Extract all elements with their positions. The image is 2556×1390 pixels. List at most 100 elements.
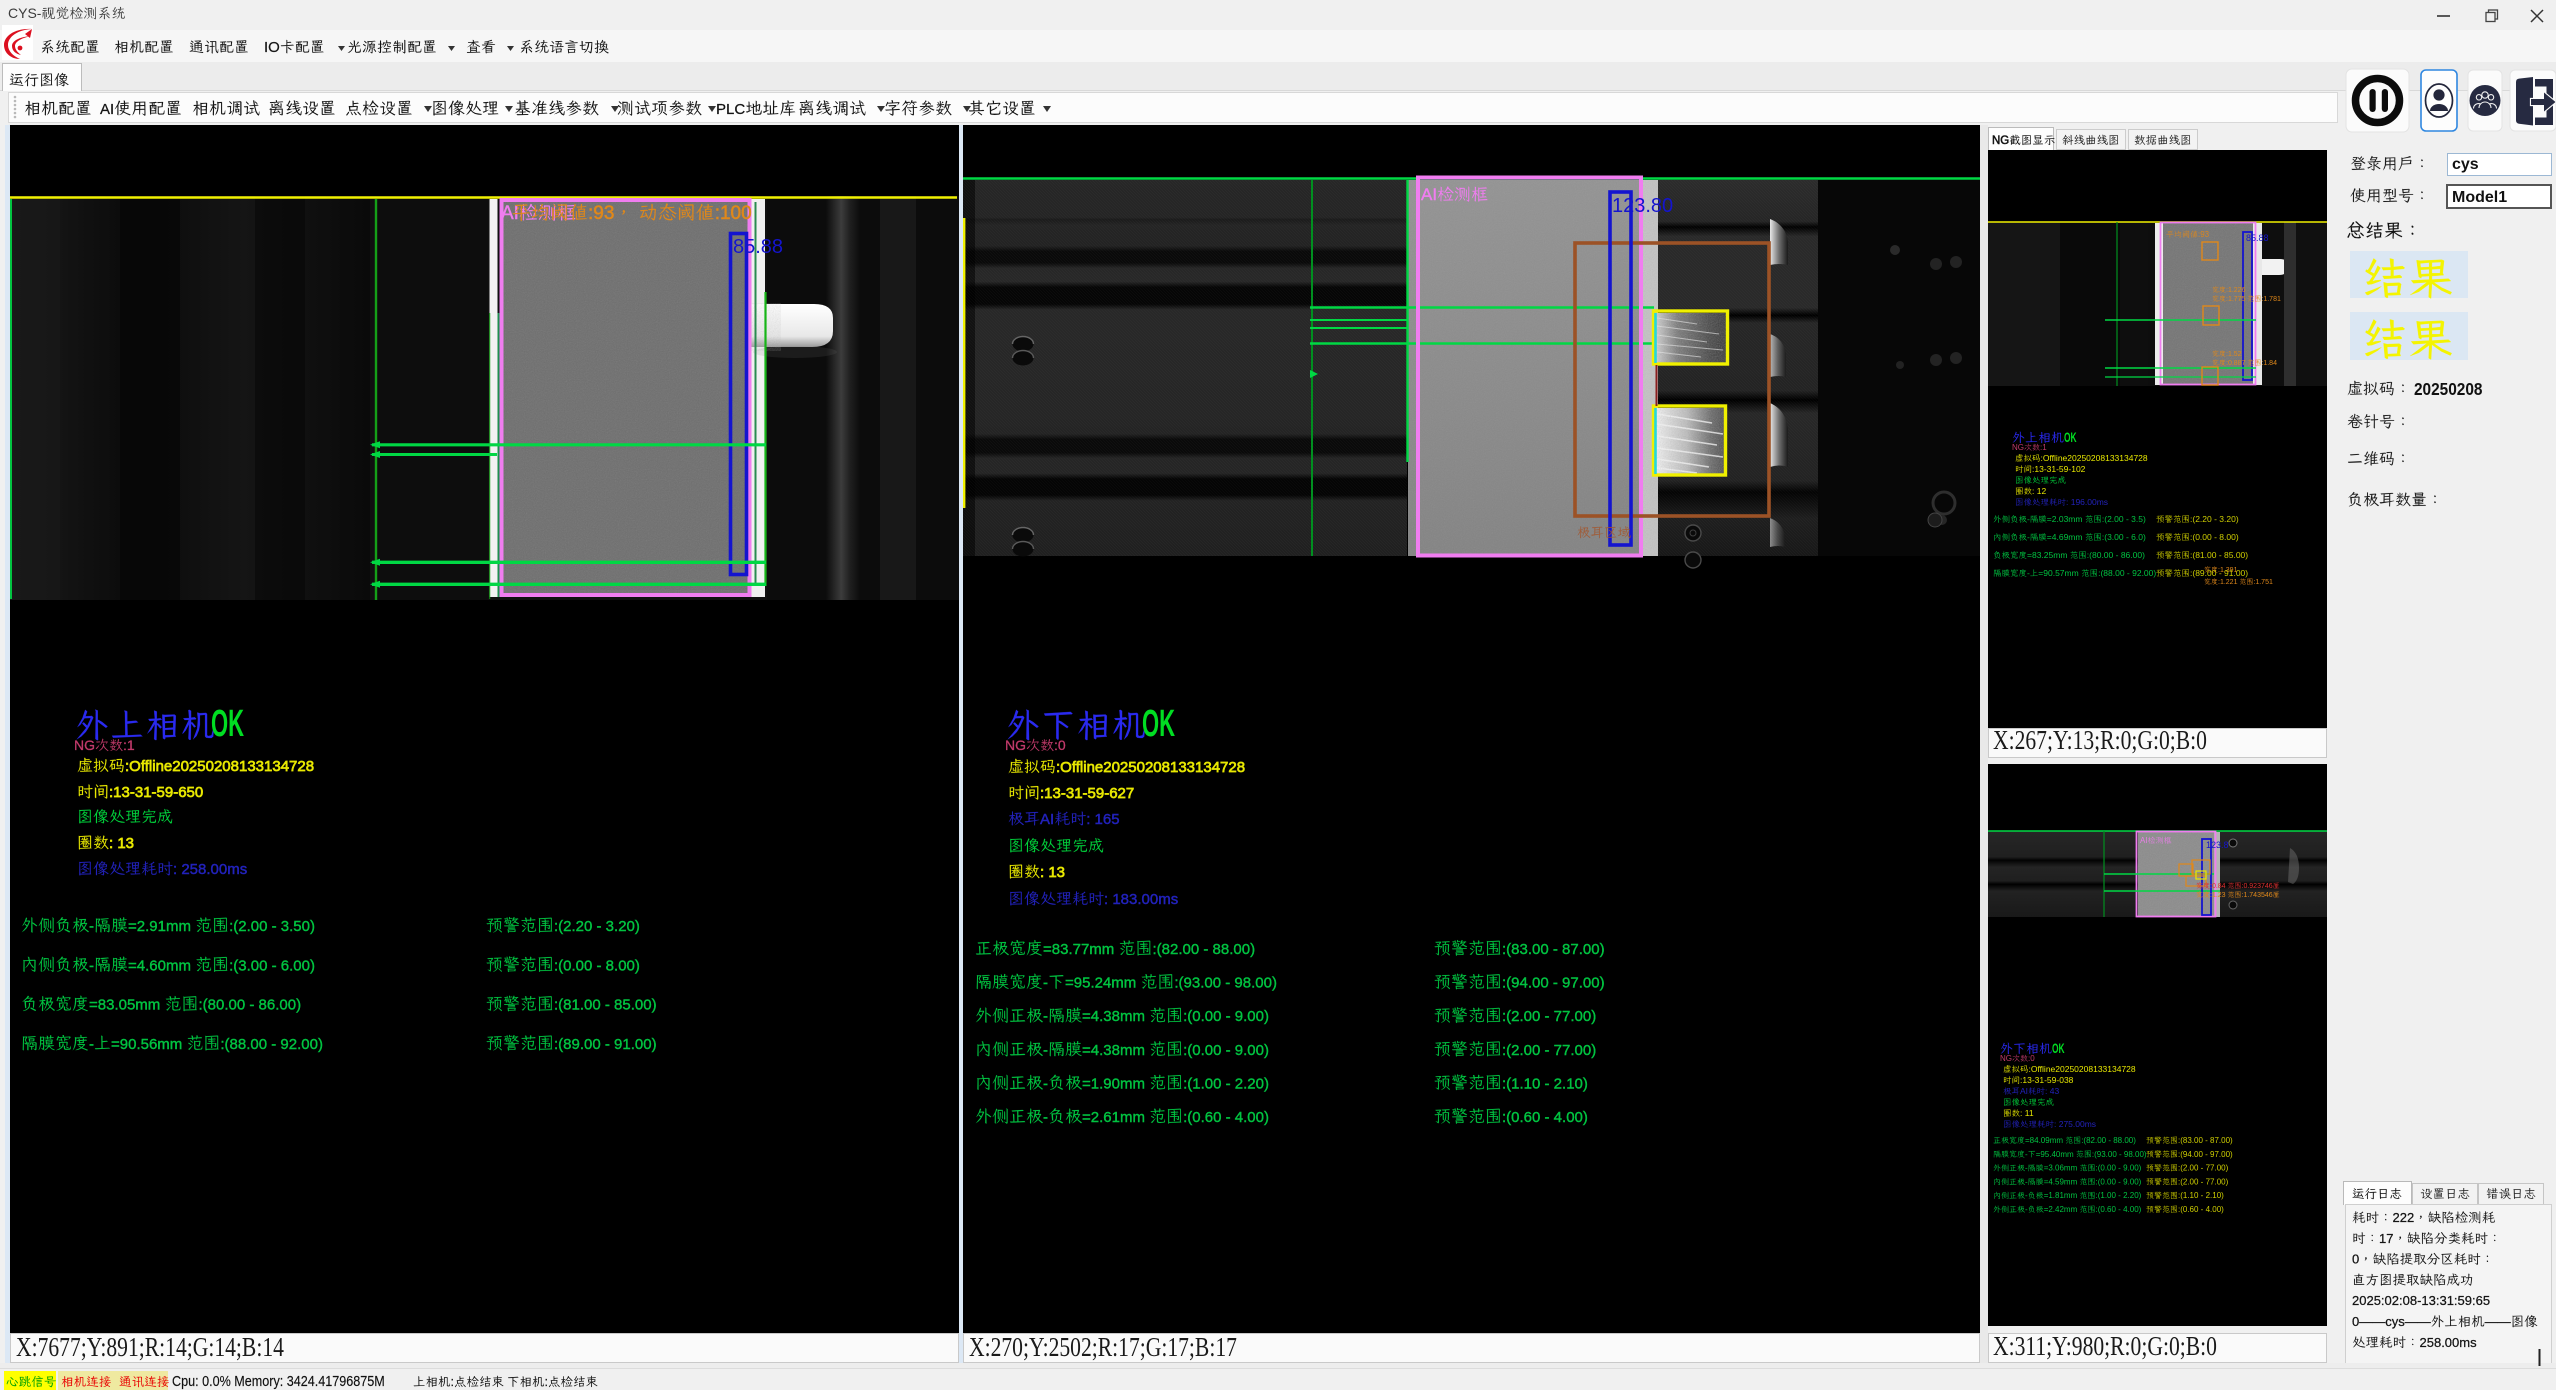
svg-text:2025:02:08-13:31:59:65: 2025:02:08-13:31:59:65 <box>2352 1293 2490 1308</box>
svg-text:-: - <box>89 957 94 974</box>
svg-text:=90.57mm: =90.57mm <box>2038 568 2078 578</box>
svg-text::Offline20250208133134728: :Offline20250208133134728 <box>125 758 314 775</box>
svg-text:-: - <box>1043 1042 1048 1059</box>
svg-text:=4.38mm: =4.38mm <box>1082 1042 1145 1059</box>
svg-text:=4.59mm: =4.59mm <box>2044 1177 2078 1186</box>
svg-text:17: 17 <box>2379 1231 2393 1246</box>
svg-text:PLC: PLC <box>716 101 745 118</box>
svg-text::(0.00 - 8.00): :(0.00 - 8.00) <box>2190 532 2239 542</box>
svg-text::1.84: :1.84 <box>2261 360 2277 367</box>
svg-text::(2.00 - 3.5): :(2.00 - 3.5) <box>2102 514 2146 524</box>
svg-text:NG: NG <box>2000 1054 2012 1063</box>
svg-text::Offline20250208133134728: :Offline20250208133134728 <box>1056 759 1245 776</box>
svg-text::(82.00 - 88.00): :(82.00 - 88.00) <box>1153 941 1256 958</box>
svg-text:-: - <box>1043 1109 1048 1126</box>
svg-text::(83.00 - 87.00): :(83.00 - 87.00) <box>1502 941 1605 958</box>
svg-text:X:270;Y:2502;R:17;G:17;B:17: X:270;Y:2502;R:17;G:17;B:17 <box>969 1333 1237 1363</box>
svg-text:=83.77mm: =83.77mm <box>1043 941 1114 958</box>
svg-text::(0.60 - 4.00): :(0.60 - 4.00) <box>2178 1205 2224 1214</box>
svg-text::1.781: :1.781 <box>2261 296 2281 303</box>
svg-text:-: - <box>2027 532 2030 542</box>
svg-text:AI: AI <box>100 101 114 118</box>
svg-text:: 12: : 12 <box>2032 486 2046 496</box>
svg-text:: 275.00ms: : 275.00ms <box>2054 1119 2096 1129</box>
svg-text:123.8: 123.8 <box>2206 840 2229 850</box>
svg-text:Model1: Model1 <box>2452 189 2507 206</box>
svg-text::1.775: :1.775 <box>2226 296 2246 303</box>
svg-text:AI: AI <box>2140 836 2148 845</box>
svg-text:85.88: 85.88 <box>2246 233 2269 243</box>
svg-text:222: 222 <box>2393 1210 2415 1225</box>
svg-text:85.88: 85.88 <box>733 236 783 258</box>
svg-text::(94.00 - 97.00): :(94.00 - 97.00) <box>2178 1150 2233 1159</box>
svg-text::1.226: :1.226 <box>2226 287 2246 294</box>
svg-text::(89.00 - 91.00): :(89.00 - 91.00) <box>554 1036 657 1053</box>
svg-text::1.751: :1.751 <box>2253 579 2273 586</box>
svg-text::93: :93 <box>2198 230 2210 239</box>
svg-text:OK: OK <box>211 702 244 745</box>
svg-text:=4.60mm: =4.60mm <box>128 957 191 974</box>
svg-text::1: :1 <box>2040 443 2047 452</box>
svg-text::(3.00 - 6.00): :(3.00 - 6.00) <box>229 957 315 974</box>
svg-text:-: - <box>2025 1205 2028 1214</box>
svg-text:=4.69mm: =4.69mm <box>2047 532 2083 542</box>
svg-text:: 258.00ms: : 258.00ms <box>173 861 247 878</box>
svg-text:=90.56mm: =90.56mm <box>111 1036 182 1053</box>
svg-text::(1.10 - 2.10): :(1.10 - 2.10) <box>1502 1075 1588 1092</box>
svg-text::Offline20250208133134728: :Offline20250208133134728 <box>2029 1064 2136 1074</box>
svg-text::(2.00 - 77.00): :(2.00 - 77.00) <box>1502 1008 1596 1025</box>
svg-text::13-31-59-038: :13-31-59-038 <box>2020 1075 2074 1085</box>
svg-text:=95.40mm: =95.40mm <box>2036 1150 2074 1159</box>
svg-text:NG: NG <box>1992 135 2009 147</box>
svg-text::(0.00 - 9.00): :(0.00 - 9.00) <box>2096 1177 2142 1186</box>
svg-text:=83.05mm: =83.05mm <box>89 997 160 1014</box>
svg-text:cys: cys <box>2452 156 2479 173</box>
svg-text:NG: NG <box>1005 737 1026 753</box>
svg-text::1.221: :1.221 <box>2218 579 2238 586</box>
svg-text::(0.60 - 4.00): :(0.60 - 4.00) <box>1183 1109 1269 1126</box>
svg-text::(94.00 - 97.00): :(94.00 - 97.00) <box>1502 975 1605 992</box>
svg-text:-: - <box>89 1036 94 1053</box>
svg-text::(3.00 - 6.0): :(3.00 - 6.0) <box>2102 532 2146 542</box>
svg-text::0.887: :0.887 <box>2226 360 2246 367</box>
svg-text:Cpu: 0.0% Memory: 3424.41796: Cpu: 0.0% Memory: 3424.41796875M <box>172 1372 385 1389</box>
svg-text::100: :100 <box>715 203 752 224</box>
svg-text:20250208: 20250208 <box>2414 380 2482 399</box>
svg-text::(82.00 - 88.00): :(82.00 - 88.00) <box>2081 1136 2136 1145</box>
svg-text::(93.00 - 98.00): :(93.00 - 98.00) <box>1174 975 1277 992</box>
svg-text:: 13: : 13 <box>1040 864 1065 881</box>
svg-text::(1.00 - 2.20): :(1.00 - 2.20) <box>2096 1191 2142 1200</box>
svg-text:=3.06mm: =3.06mm <box>2044 1164 2078 1173</box>
svg-text:-: - <box>2027 514 2030 524</box>
svg-text:=1.90mm: =1.90mm <box>1082 1075 1145 1092</box>
svg-text:NG: NG <box>2012 443 2024 452</box>
svg-text:-: - <box>2025 1177 2028 1186</box>
svg-text::(2.00 - 77.00): :(2.00 - 77.00) <box>1502 1042 1596 1059</box>
svg-text:CYS-: CYS- <box>8 5 42 21</box>
svg-text:: 165: : 165 <box>1086 811 1119 828</box>
svg-text::(0.00 - 9.00): :(0.00 - 9.00) <box>2096 1164 2142 1173</box>
svg-text:=4.38mm: =4.38mm <box>1082 1008 1145 1025</box>
svg-text:=2.03mm: =2.03mm <box>2047 514 2083 524</box>
svg-text::13-31-59-102: :13-31-59-102 <box>2032 464 2086 474</box>
svg-text::1.23: :1.23 <box>2210 892 2226 899</box>
svg-text::(2.00 - 77.00): :(2.00 - 77.00) <box>2178 1177 2229 1186</box>
svg-text::0: :0 <box>1054 737 1066 753</box>
svg-text:IO: IO <box>264 39 280 56</box>
svg-text::(80.00 - 86.00): :(80.00 - 86.00) <box>199 997 302 1014</box>
svg-text:123.80: 123.80 <box>1612 195 1673 217</box>
svg-text:-: - <box>89 918 94 935</box>
svg-text::(2.00 - 3.50): :(2.00 - 3.50) <box>229 918 315 935</box>
svg-text::(0.00 - 9.00): :(0.00 - 9.00) <box>1183 1008 1269 1025</box>
svg-text:-: - <box>1043 1075 1048 1092</box>
svg-text:-: - <box>2025 1191 2028 1200</box>
svg-text::Offline20250208133134728: :Offline20250208133134728 <box>2041 453 2148 463</box>
svg-text:OK: OK <box>2064 431 2077 446</box>
svg-text::13-31-59-627: :13-31-59-627 <box>1040 785 1134 802</box>
svg-text:NG: NG <box>74 737 95 753</box>
svg-text::(88.00 - 92.00): :(88.00 - 92.00) <box>220 1036 323 1053</box>
svg-text:=2.61mm: =2.61mm <box>1082 1109 1145 1126</box>
svg-text:AI: AI <box>1421 185 1437 204</box>
svg-text::(89.00 - 91.00): :(89.00 - 91.00) <box>2190 568 2248 578</box>
svg-text:AI: AI <box>1040 811 1054 828</box>
